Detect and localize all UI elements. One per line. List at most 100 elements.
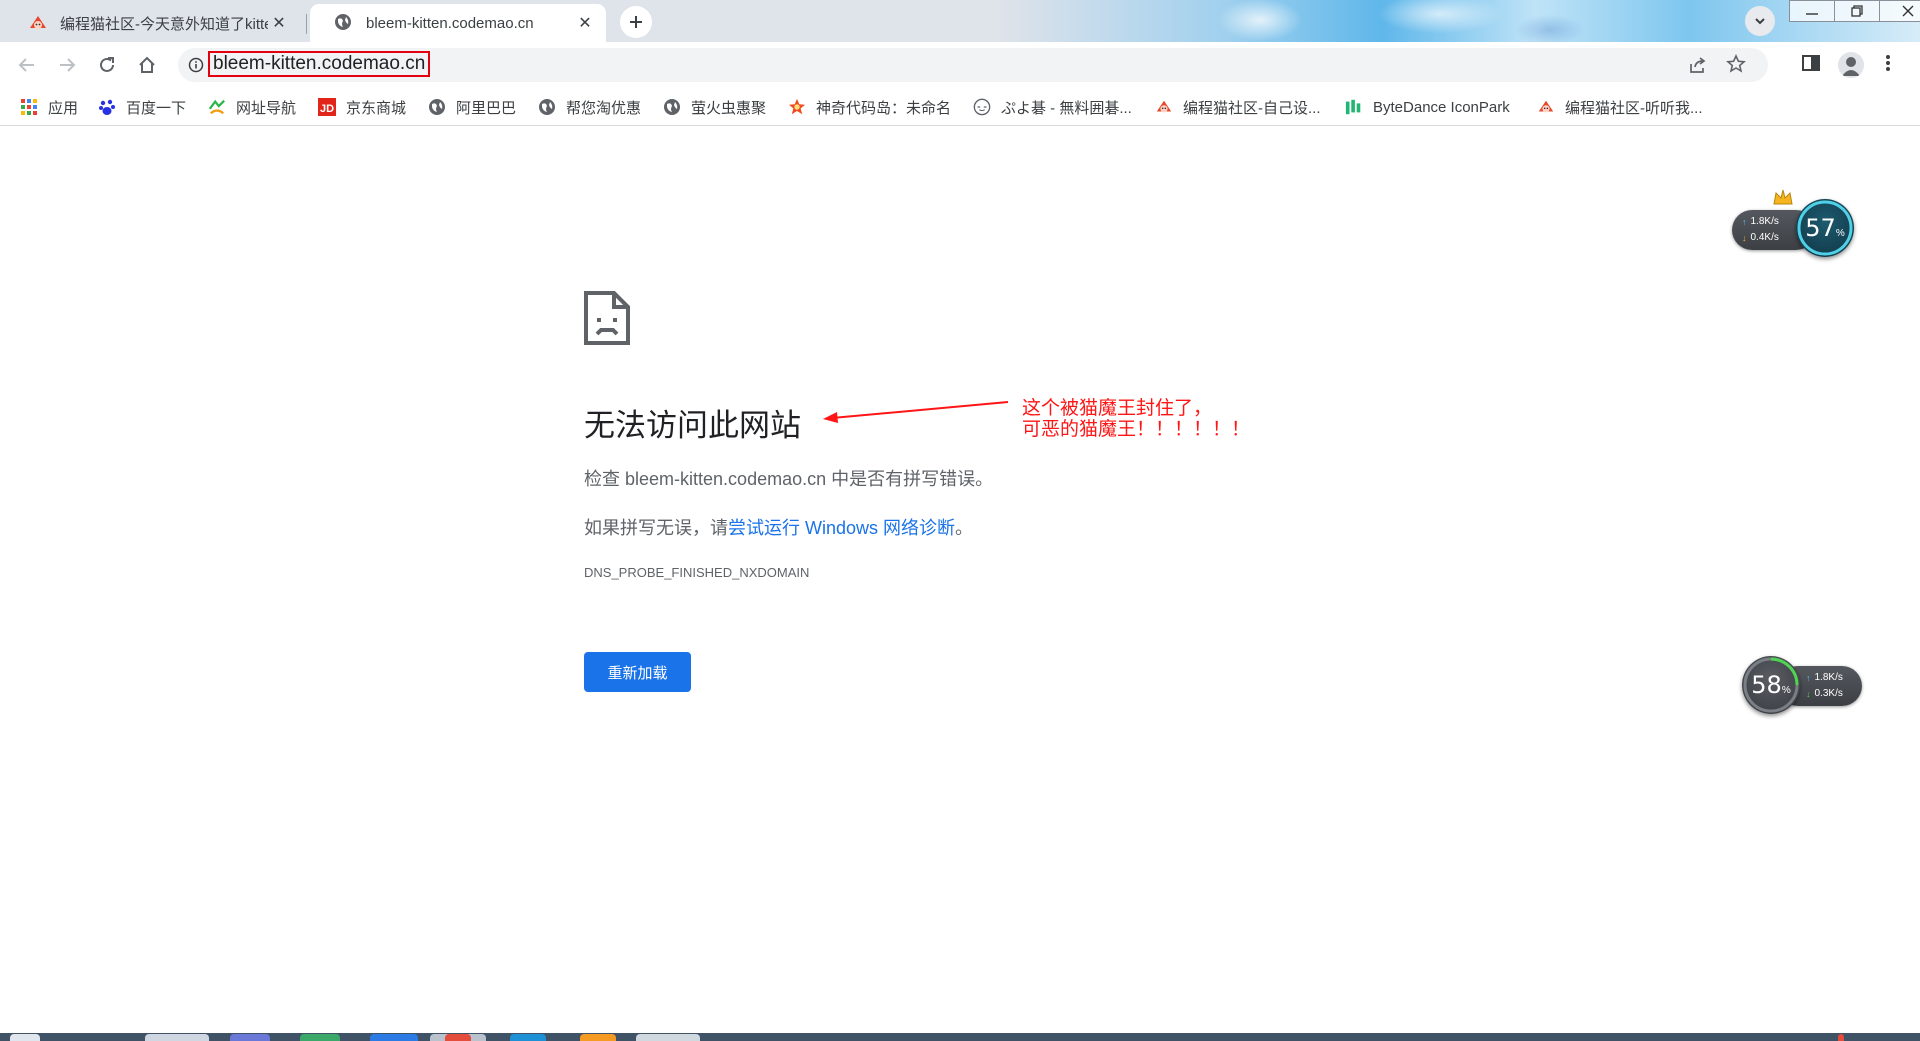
- taskbar-item[interactable]: [445, 1034, 471, 1041]
- new-tab-button[interactable]: [620, 6, 652, 38]
- bookmark-label: 帮您淘优惠: [566, 99, 642, 117]
- taskbar-item[interactable]: [370, 1034, 418, 1041]
- side-panel-icon[interactable]: [1800, 52, 1822, 79]
- address-bar[interactable]: bleem-kitten.codemao.cn: [178, 48, 1768, 82]
- upload-value: 1.8: [1814, 672, 1829, 683]
- taskbar-item[interactable]: [636, 1034, 700, 1041]
- tab-title: 编程猫社区-今天意外知道了kitten: [60, 15, 268, 33]
- tab-bleem-kitten[interactable]: bleem-kitten.codemao.cn ✕: [310, 4, 606, 42]
- upload-value: 1.8: [1750, 216, 1765, 227]
- taskbar-item[interactable]: [230, 1034, 270, 1041]
- globe-icon: [334, 13, 354, 33]
- bookmark-jd[interactable]: JD 京东商城: [318, 96, 406, 118]
- annotation-arrow-icon: [823, 401, 1009, 423]
- taskbar-item[interactable]: [300, 1034, 340, 1041]
- forward-button[interactable]: [52, 50, 82, 80]
- annotation-line-2: 可恶的猫魔王！！！！！！: [1022, 419, 1251, 440]
- arrow-left-icon: [18, 58, 34, 72]
- baidu-paw-icon: [98, 98, 116, 116]
- bookmark-label: 萤火虫惠聚: [691, 99, 767, 117]
- error-suggestion: 如果拼写无误，请尝试运行 Windows 网络诊断。: [584, 514, 973, 540]
- annotation-line-1: 这个被猫魔王封住了，: [1022, 398, 1213, 419]
- tab-search-button[interactable]: [1745, 6, 1775, 36]
- bookmark-label: 编程猫社区-听听我...: [1565, 99, 1703, 117]
- restore-button[interactable]: [1834, 0, 1880, 22]
- iconpark-icon: [1345, 98, 1363, 116]
- globe-icon: [428, 98, 446, 116]
- reload-icon: [100, 57, 114, 72]
- tray-indicator: [1838, 1034, 1844, 1041]
- plus-icon: [630, 16, 642, 28]
- start-button[interactable]: [10, 1034, 40, 1041]
- bookmark-star-icon[interactable]: [1726, 54, 1746, 79]
- bookmark-iconpark[interactable]: ByteDance IconPark: [1345, 96, 1510, 118]
- jd-logo-icon: JD: [318, 98, 336, 116]
- crown-icon: [1773, 189, 1793, 205]
- bookmark-label: 百度一下: [126, 99, 187, 117]
- tab-codemao-community[interactable]: 编程猫社区-今天意外知道了kitten ✕: [4, 4, 300, 42]
- network-diagnostics-link[interactable]: 尝试运行 Windows 网络诊断: [728, 518, 955, 538]
- bookmark-code-island[interactable]: 神奇代码岛：未命名: [788, 96, 951, 118]
- download-row: ↓ 0.3 K/s: [1806, 688, 1843, 699]
- back-button[interactable]: [12, 50, 42, 80]
- bookmark-nav-site[interactable]: 网址导航: [208, 96, 296, 118]
- bookmark-label: 京东商城: [346, 99, 407, 117]
- bookmarks-bar: 应用 百度一下 网址导航 JD 京东商城 阿里巴巴 帮您淘优惠 萤火虫惠聚 神奇…: [0, 88, 1920, 126]
- error-code: DNS_PROBE_FINISHED_NXDOMAIN: [584, 565, 810, 580]
- bookmark-label: ByteDance IconPark: [1373, 98, 1510, 116]
- bookmark-label: 应用: [48, 99, 79, 117]
- download-row: ↓ 0.4 K/s: [1742, 232, 1779, 243]
- download-value: 0.4: [1750, 232, 1765, 243]
- bookmark-label: 网址导航: [236, 99, 297, 117]
- error-title: 无法访问此网站: [584, 408, 801, 443]
- memory-gauge: 58%: [1742, 656, 1800, 714]
- bookmark-apps[interactable]: 应用: [20, 96, 78, 118]
- taskbar: [0, 1033, 1920, 1041]
- close-icon[interactable]: ✕: [268, 12, 290, 34]
- globe-icon: [538, 98, 556, 116]
- globe-icon: [663, 98, 681, 116]
- url-text[interactable]: bleem-kitten.codemao.cn: [208, 51, 431, 77]
- network-speed-widget-top[interactable]: ↑ 1.8 K/s ↓ 0.4 K/s 57%: [1728, 188, 1858, 268]
- download-arrow-icon: ↓: [1806, 688, 1811, 699]
- check-prefix: 检查: [584, 469, 626, 489]
- taskbar-item[interactable]: [145, 1034, 209, 1041]
- chevron-down-icon: [1755, 18, 1765, 25]
- codemao-icon: [1155, 98, 1173, 116]
- bookmark-label: 阿里巴巴: [456, 99, 517, 117]
- speed-unit: K/s: [1828, 688, 1843, 699]
- annotation-text: 这个被猫魔王封住了， 可恶的猫魔王！！！！！！: [1022, 398, 1250, 440]
- site-info-icon[interactable]: [186, 55, 206, 75]
- taskbar-item[interactable]: [580, 1034, 616, 1041]
- check-host: bleem-kitten.codemao.cn: [625, 469, 827, 489]
- sad-page-icon: [583, 290, 631, 351]
- bookmark-firefly[interactable]: 萤火虫惠聚: [663, 96, 766, 118]
- bookmark-alibaba[interactable]: 阿里巴巴: [428, 96, 516, 118]
- close-icon: [1902, 5, 1914, 17]
- home-button[interactable]: [132, 50, 162, 80]
- bookmark-baidu[interactable]: 百度一下: [98, 96, 186, 118]
- error-check-spelling: 检查 bleem-kitten.codemao.cn 中是否有拼写错误。: [584, 465, 993, 491]
- bookmark-taobao-deals[interactable]: 帮您淘优惠: [538, 96, 641, 118]
- profile-avatar[interactable]: [1838, 52, 1864, 78]
- network-speed-widget-bottom[interactable]: ↑ 1.8 K/s ↓ 0.3 K/s 58%: [1738, 652, 1868, 722]
- theme-artwork: [1180, 0, 1600, 42]
- person-icon: [1842, 57, 1860, 76]
- reload-button[interactable]: [92, 50, 122, 80]
- reload-page-button[interactable]: 重新加载: [584, 652, 691, 692]
- close-icon[interactable]: ✕: [574, 12, 596, 34]
- taskbar-item[interactable]: [510, 1034, 546, 1041]
- minimize-button[interactable]: [1789, 0, 1835, 22]
- more-menu-icon[interactable]: [1884, 52, 1892, 79]
- bookmark-codemao-custom[interactable]: 编程猫社区-自己设...: [1155, 96, 1321, 118]
- bookmark-label: ぷよ碁 - 無料囲碁...: [1001, 99, 1132, 117]
- tab-strip: 编程猫社区-今天意外知道了kitten ✕ bleem-kitten.codem…: [0, 0, 1920, 42]
- bookmark-codemao-listen[interactable]: 编程猫社区-听听我...: [1537, 96, 1703, 118]
- close-window-button[interactable]: [1879, 0, 1920, 22]
- suggest-prefix: 如果拼写无误，请: [584, 518, 728, 538]
- bookmark-label: 神奇代码岛：未命名: [816, 99, 952, 117]
- codemao-icon: [1537, 98, 1555, 116]
- share-icon[interactable]: [1688, 55, 1708, 80]
- bookmark-puyo-go[interactable]: ぷよ碁 - 無料囲碁...: [973, 96, 1132, 118]
- restore-icon: [1851, 5, 1863, 17]
